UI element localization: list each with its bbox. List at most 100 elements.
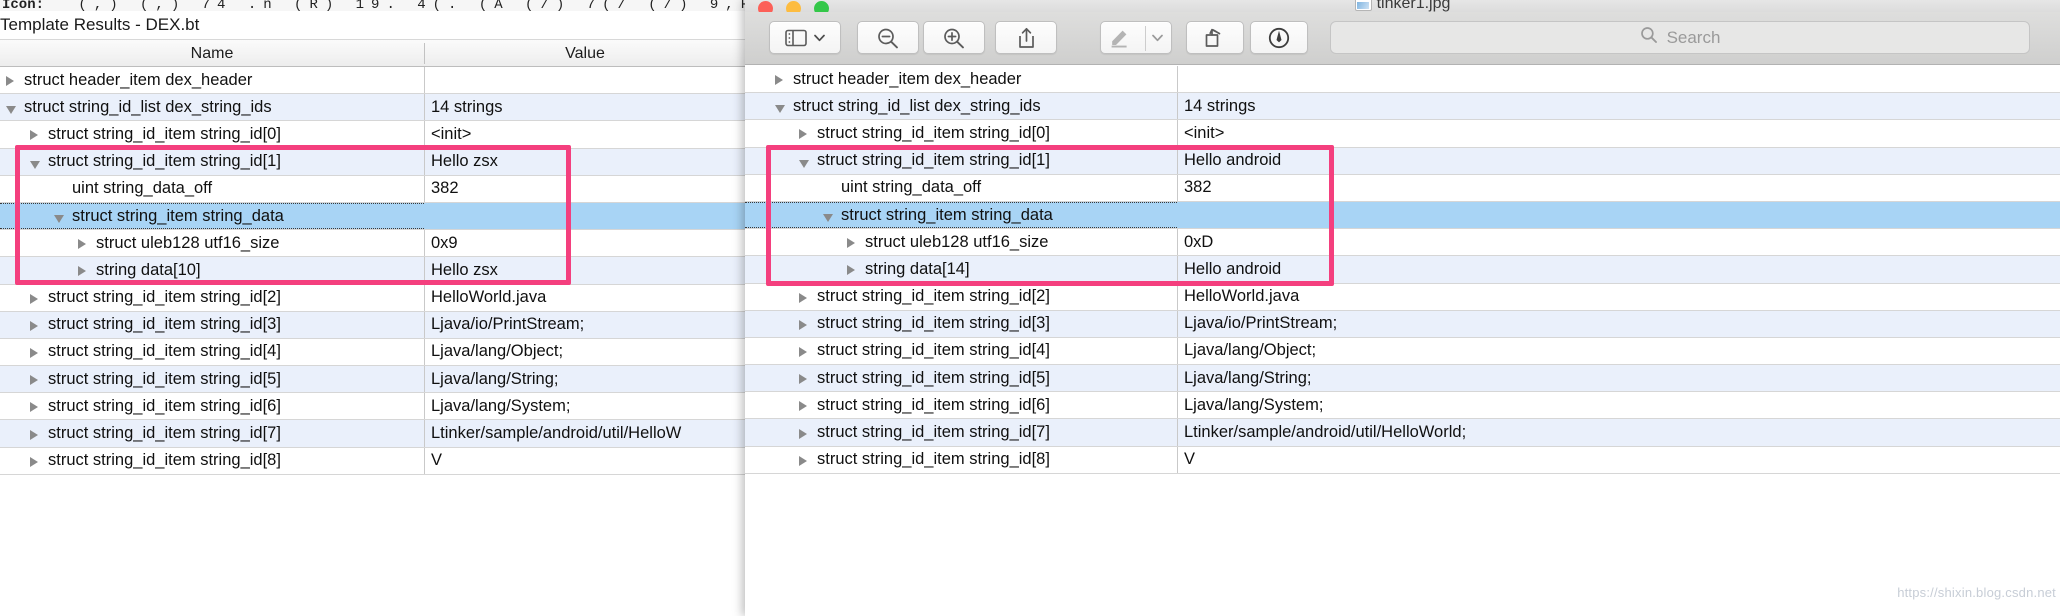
row-name-cell[interactable]: struct string_id_item string_id[8] (0, 448, 424, 474)
table-row[interactable]: struct uleb128 utf16_size 0x9 (0, 230, 745, 258)
table-row[interactable]: struct string_id_item string_id[7] Ltinke… (0, 420, 745, 448)
table-row[interactable]: struct string_id_item string_id[2] HelloW… (0, 284, 745, 312)
table-row[interactable]: struct string_item string_data (745, 201, 2060, 230)
markup-toolbar-button[interactable] (1100, 21, 1172, 54)
search-input[interactable]: Search (1330, 21, 2030, 54)
row-name-cell[interactable]: struct string_id_item string_id[4] (745, 338, 1177, 364)
table-row[interactable]: uint string_data_off 382 (745, 174, 2060, 202)
row-value-cell[interactable] (1177, 66, 2060, 93)
table-row[interactable]: struct string_id_item string_id[5] Ljava/… (0, 366, 745, 394)
row-value-cell[interactable]: V (424, 447, 745, 474)
table-row[interactable]: struct header_item dex_header (745, 66, 2060, 94)
table-row[interactable]: struct string_id_item string_id[6] Ljava/… (745, 392, 2060, 420)
row-value-cell[interactable]: Hello android (1177, 147, 2060, 174)
row-name-cell[interactable]: string data[10] (0, 257, 424, 283)
row-name-cell[interactable]: struct string_item string_data (745, 201, 1177, 229)
row-value-cell[interactable] (1177, 201, 2060, 229)
row-value-cell[interactable]: Hello android (1177, 256, 2060, 283)
table-row[interactable]: struct uleb128 utf16_size 0xD (745, 229, 2060, 257)
row-name-cell[interactable]: struct string_item string_data (0, 202, 424, 230)
table-row[interactable]: struct string_id_item string_id[5] Ljava/… (745, 365, 2060, 393)
table-row[interactable]: string data[10] Hello zsx (0, 257, 745, 285)
row-name-cell[interactable]: struct string_id_item string_id[7] (0, 420, 424, 446)
row-value-cell[interactable]: Ljava/io/PrintStream; (1177, 310, 2060, 337)
table-row[interactable]: uint string_data_off 382 (0, 175, 745, 203)
row-value-cell[interactable]: 0x9 (424, 230, 745, 257)
row-name-cell[interactable]: struct string_id_item string_id[3] (745, 311, 1177, 337)
row-value-cell[interactable]: <init> (424, 121, 745, 148)
table-row[interactable]: struct string_item string_data (0, 202, 745, 231)
row-value-cell[interactable]: Hello zsx (424, 148, 745, 175)
table-row[interactable]: struct string_id_item string_id[4] Ljava/… (745, 337, 2060, 366)
share-button[interactable] (995, 21, 1057, 54)
row-name-cell[interactable]: struct string_id_item string_id[3] (0, 312, 424, 338)
table-row[interactable]: struct string_id_item string_id[7] Ltinke… (745, 419, 2060, 447)
row-value-cell[interactable]: HelloWorld.java (424, 284, 745, 311)
row-value-cell[interactable]: Ltinker/sample/android/util/HelloW (424, 420, 745, 447)
row-value-cell[interactable] (424, 67, 745, 94)
table-row[interactable]: struct string_id_item string_id[8] V (745, 446, 2060, 474)
left-tree-rows[interactable]: struct header_item dex_header struct stri… (0, 67, 745, 616)
row-value-cell[interactable]: Ljava/lang/Object; (424, 338, 745, 366)
row-value-cell[interactable]: Ljava/lang/Object; (1177, 337, 2060, 365)
right-tree-rows[interactable]: struct header_item dex_header struct stri… (745, 66, 2060, 616)
row-value-cell[interactable]: 14 strings (424, 94, 745, 121)
row-name-cell[interactable]: struct string_id_item string_id[0] (745, 120, 1177, 146)
row-name-cell[interactable]: struct string_id_item string_id[0] (0, 121, 424, 147)
zoom-in-button[interactable] (923, 21, 985, 54)
row-value-cell[interactable]: Ljava/lang/System; (1177, 392, 2060, 419)
row-name-cell[interactable]: struct header_item dex_header (745, 66, 1177, 92)
table-row[interactable]: struct string_id_item string_id[2] HelloW… (745, 283, 2060, 311)
row-name-cell[interactable]: struct string_id_item string_id[2] (745, 284, 1177, 310)
table-row[interactable]: struct string_id_item string_id[6] Ljava/… (0, 393, 745, 421)
row-name-cell[interactable]: struct string_id_item string_id[2] (0, 285, 424, 311)
row-name-cell[interactable]: struct header_item dex_header (0, 67, 424, 93)
row-value-cell[interactable]: 0xD (1177, 229, 2060, 256)
row-value-cell[interactable]: Hello zsx (424, 257, 745, 284)
row-name-cell[interactable]: struct string_id_list dex_string_ids (0, 94, 424, 120)
row-name-cell[interactable]: struct string_id_item string_id[1] (0, 149, 424, 175)
row-value-cell[interactable]: 382 (1177, 174, 2060, 201)
row-name-cell[interactable]: struct string_id_item string_id[5] (745, 365, 1177, 391)
row-name-cell[interactable]: struct string_id_item string_id[4] (0, 339, 424, 365)
table-row[interactable]: struct header_item dex_header (0, 67, 745, 95)
row-value-cell[interactable]: HelloWorld.java (1177, 283, 2060, 310)
row-value-cell[interactable]: <init> (1177, 120, 2060, 147)
row-name-cell[interactable]: uint string_data_off (0, 176, 424, 202)
annotate-button[interactable] (1250, 21, 1308, 54)
table-row[interactable]: struct string_id_list dex_string_ids 14 s… (0, 94, 745, 122)
table-row[interactable]: struct string_id_item string_id[3] Ljava/… (745, 310, 2060, 338)
row-name-cell[interactable]: struct uleb128 utf16_size (0, 230, 424, 256)
row-name-cell[interactable]: struct string_id_item string_id[5] (0, 366, 424, 392)
column-header-value[interactable]: Value (425, 40, 745, 67)
table-row[interactable]: struct string_id_item string_id[3] Ljava/… (0, 311, 745, 339)
table-row[interactable]: struct string_id_item string_id[0] <init> (745, 120, 2060, 148)
row-name-cell[interactable]: uint string_data_off (745, 175, 1177, 201)
row-value-cell[interactable]: Ljava/lang/String; (424, 366, 745, 393)
rotate-left-button[interactable] (1186, 21, 1244, 54)
table-row[interactable]: struct string_id_item string_id[1] Hello … (0, 148, 745, 176)
table-row[interactable]: struct string_id_item string_id[4] Ljava/… (0, 338, 745, 367)
column-header-name[interactable]: Name (0, 40, 424, 67)
table-row[interactable]: struct string_id_item string_id[1] Hello … (745, 147, 2060, 175)
row-name-cell[interactable]: struct string_id_list dex_string_ids (745, 93, 1177, 119)
row-value-cell[interactable]: 14 strings (1177, 93, 2060, 120)
row-name-cell[interactable]: struct string_id_item string_id[6] (745, 392, 1177, 418)
zoom-out-button[interactable] (857, 21, 919, 54)
row-value-cell[interactable]: 382 (424, 175, 745, 202)
table-row[interactable]: struct string_id_list dex_string_ids 14 s… (745, 93, 2060, 121)
row-value-cell[interactable]: Ljava/lang/System; (424, 393, 745, 420)
row-value-cell[interactable]: V (1177, 446, 2060, 473)
row-name-cell[interactable]: struct string_id_item string_id[7] (745, 419, 1177, 445)
row-value-cell[interactable]: Ltinker/sample/android/util/HelloWorld; (1177, 419, 2060, 446)
sidebar-view-button[interactable] (769, 21, 841, 54)
row-name-cell[interactable]: struct string_id_item string_id[1] (745, 148, 1177, 174)
row-value-cell[interactable]: Ljava/lang/String; (1177, 365, 2060, 392)
row-value-cell[interactable] (424, 202, 745, 230)
table-row[interactable]: struct string_id_item string_id[0] <init> (0, 121, 745, 149)
row-name-cell[interactable]: struct string_id_item string_id[8] (745, 447, 1177, 473)
row-value-cell[interactable]: Ljava/io/PrintStream; (424, 311, 745, 338)
table-row[interactable]: struct string_id_item string_id[8] V (0, 447, 745, 475)
row-name-cell[interactable]: struct uleb128 utf16_size (745, 229, 1177, 255)
row-name-cell[interactable]: struct string_id_item string_id[6] (0, 393, 424, 419)
